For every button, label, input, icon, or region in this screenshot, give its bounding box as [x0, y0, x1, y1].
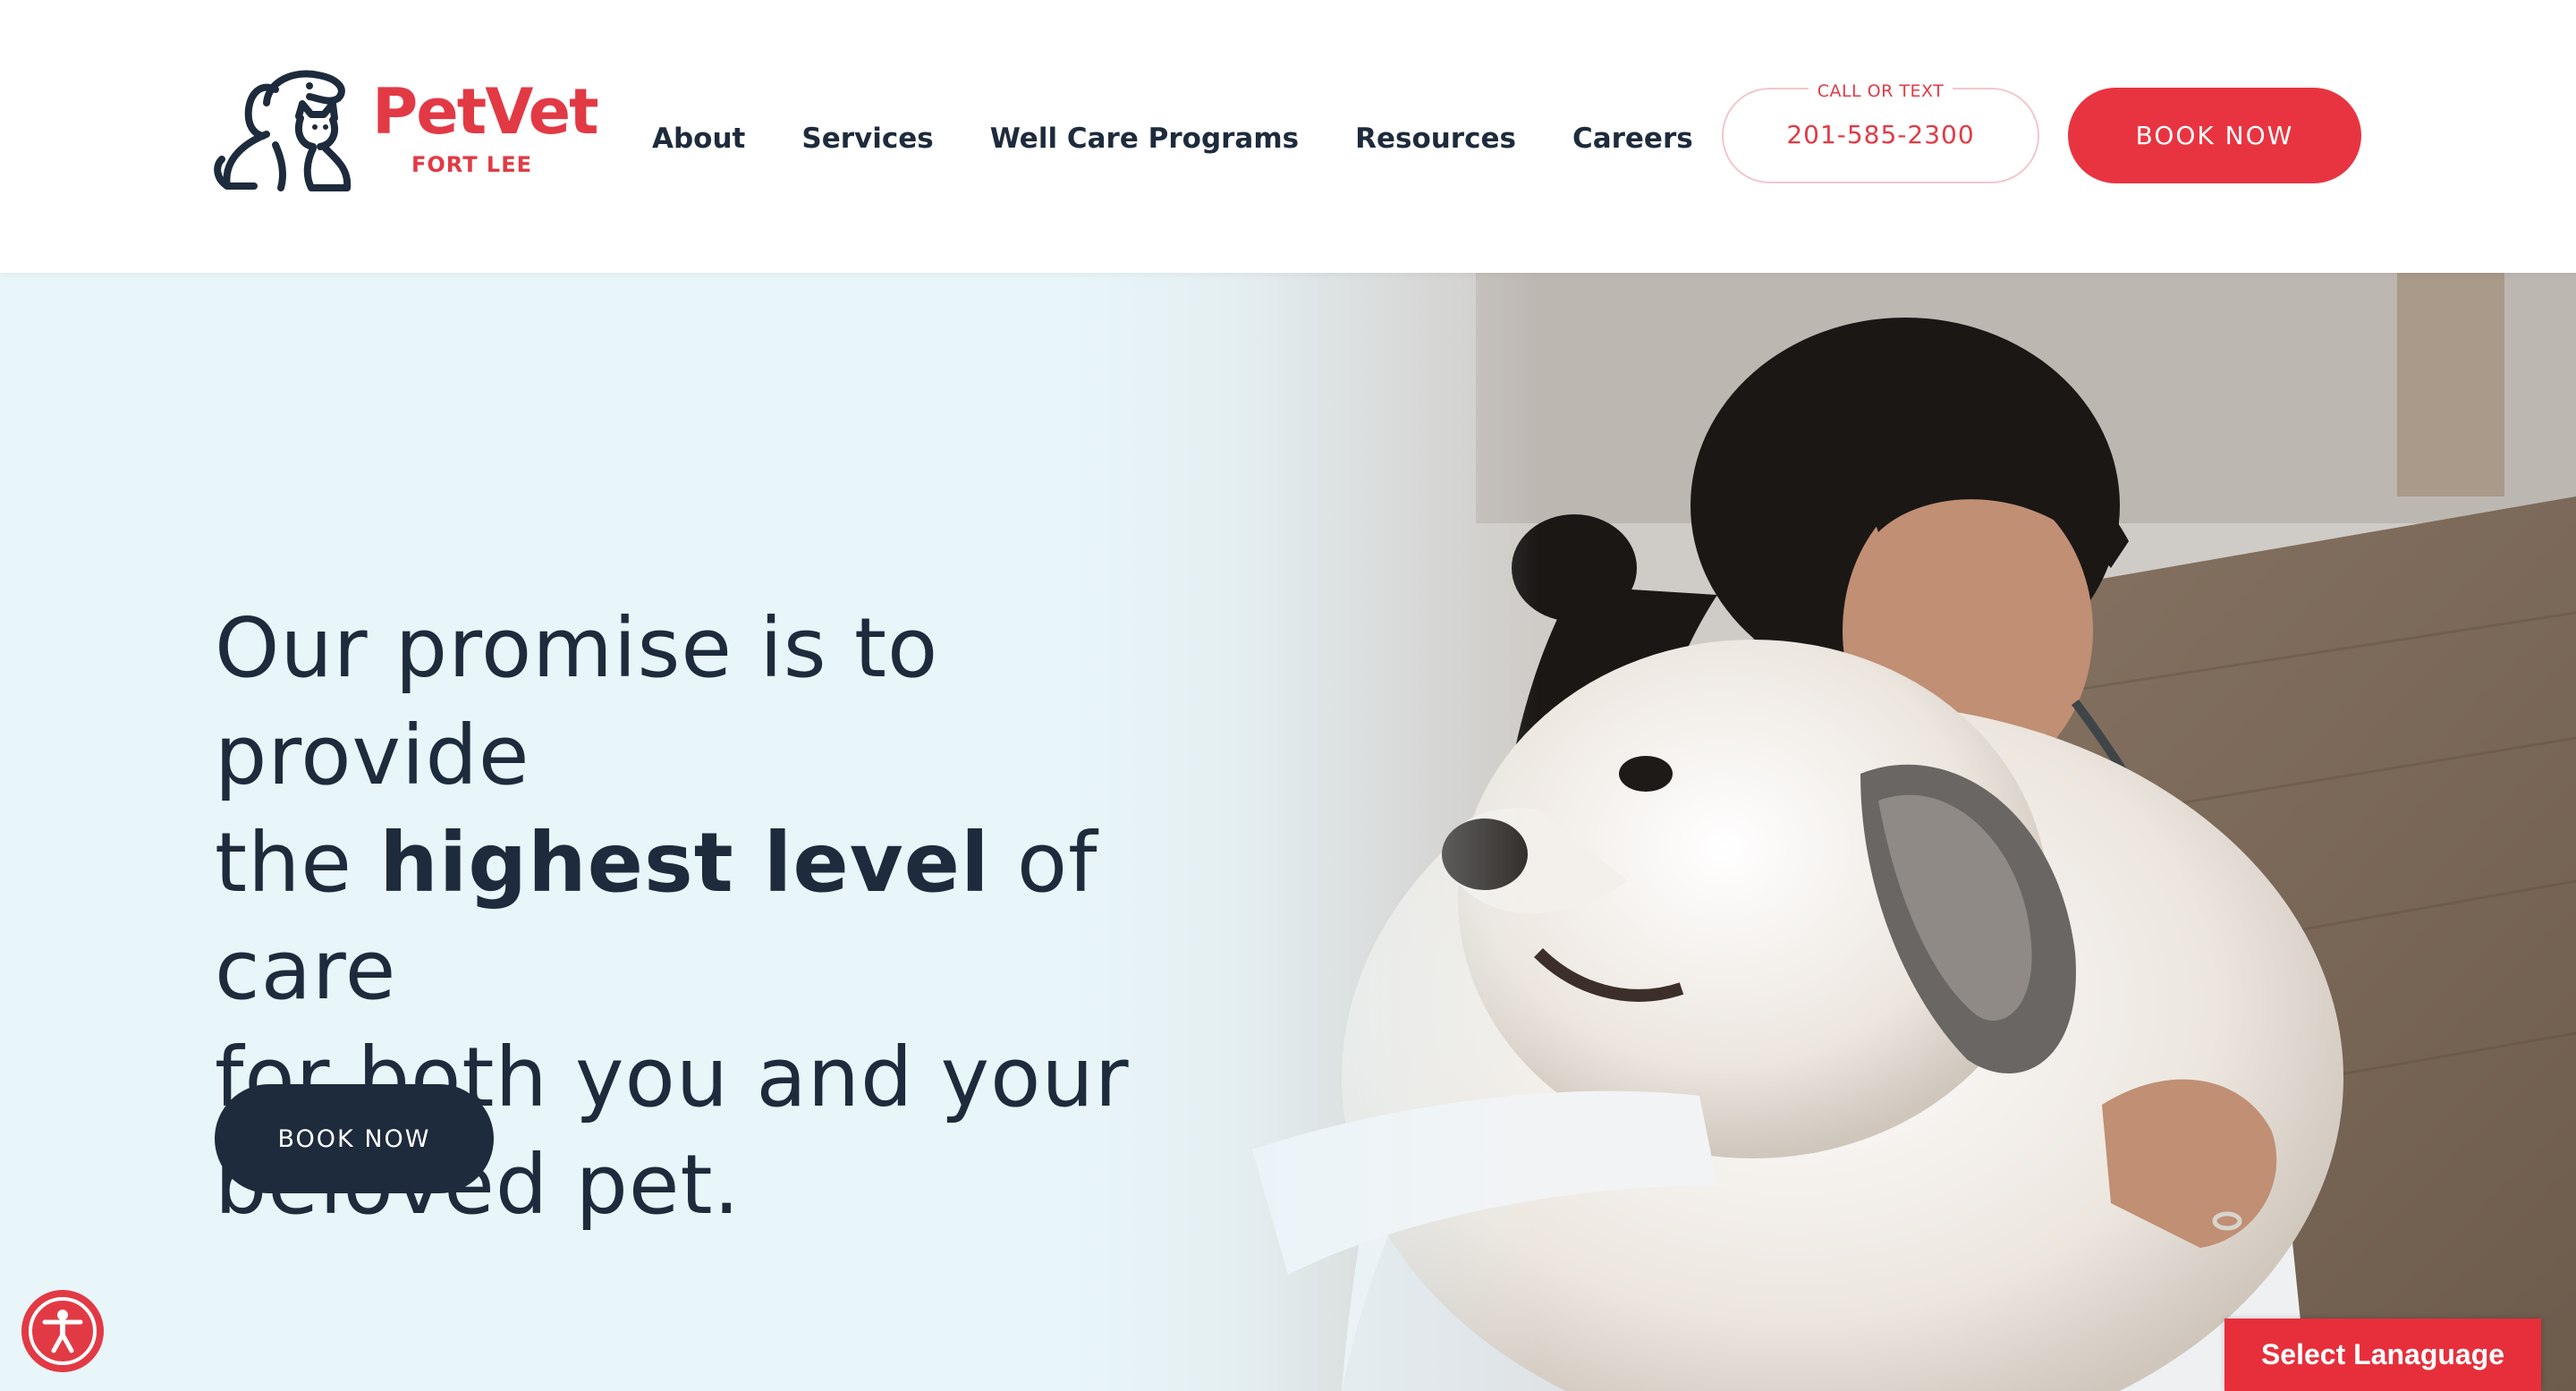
phone-number: 201-585-2300: [1786, 120, 1975, 149]
headline-line-2-pre: the: [215, 815, 380, 911]
nav-services[interactable]: Services: [801, 116, 933, 161]
header-book-now-button[interactable]: BOOK NOW: [2068, 88, 2361, 183]
call-or-text-button[interactable]: CALL OR TEXT 201-585-2300: [1722, 81, 2039, 183]
accessibility-icon: [29, 1297, 97, 1365]
select-language-button[interactable]: Select Lanaguage: [2224, 1319, 2541, 1391]
nav-well-care-programs[interactable]: Well Care Programs: [990, 116, 1299, 161]
nav-careers[interactable]: Careers: [1572, 116, 1693, 161]
dog-cat-logo-icon: [214, 70, 352, 191]
nav-about[interactable]: About: [652, 116, 745, 161]
logo-link[interactable]: PetVet FORT LEE: [213, 63, 599, 197]
headline-line-1: Our promise is to provide: [215, 600, 939, 803]
call-or-text-label: CALL OR TEXT: [1724, 81, 2038, 101]
hero-book-now-button[interactable]: BOOK NOW: [215, 1084, 494, 1193]
hero-section: Our promise is to provide the highest le…: [0, 273, 2576, 1391]
nav-resources[interactable]: Resources: [1355, 116, 1516, 161]
site-header: PetVet FORT LEE About Services Well Care…: [0, 0, 2576, 273]
main-nav: About Services Well Care Programs Resour…: [652, 116, 1693, 161]
accessibility-button[interactable]: [21, 1290, 104, 1372]
headline-emphasis: highest level: [379, 815, 990, 911]
brand-name: PetVet: [372, 75, 599, 148]
brand-location: FORT LEE: [411, 152, 533, 177]
